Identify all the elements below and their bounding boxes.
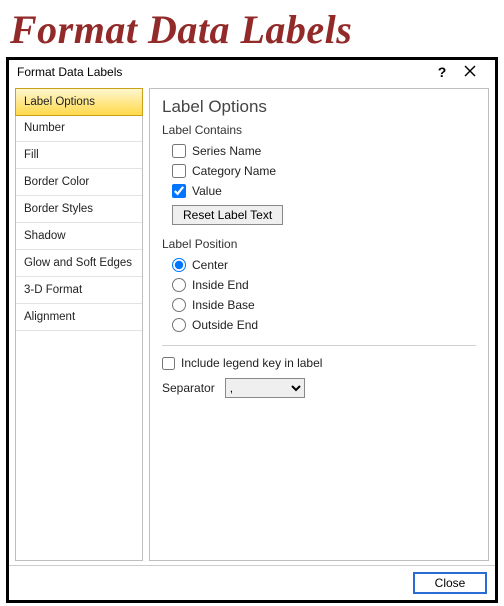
- checkbox-include-legend-key[interactable]: Include legend key in label: [162, 354, 476, 372]
- checkbox-category-name-input[interactable]: [172, 164, 186, 178]
- radio-outside-end-label: Outside End: [192, 318, 258, 332]
- sidebar-item-border-color[interactable]: Border Color: [16, 169, 142, 196]
- checkbox-series-name-input[interactable]: [172, 144, 186, 158]
- radio-inside-end[interactable]: Inside End: [162, 275, 476, 295]
- checkbox-series-name-label: Series Name: [192, 144, 261, 158]
- panel-heading: Label Options: [162, 97, 476, 117]
- sidebar-item-3d-format[interactable]: 3-D Format: [16, 277, 142, 304]
- sidebar-item-alignment[interactable]: Alignment: [16, 304, 142, 331]
- radio-inside-end-label: Inside End: [192, 278, 249, 292]
- separator-label: Separator: [162, 381, 215, 395]
- sidebar-item-shadow[interactable]: Shadow: [16, 223, 142, 250]
- checkbox-value[interactable]: Value: [162, 181, 476, 201]
- checkbox-series-name[interactable]: Series Name: [162, 141, 476, 161]
- separator-select[interactable]: ,: [225, 378, 305, 398]
- dialog-footer: Close: [9, 565, 495, 600]
- checkbox-include-legend-key-input[interactable]: [162, 357, 175, 370]
- category-sidebar: Label Options Number Fill Border Color B…: [15, 88, 143, 561]
- sidebar-item-label-options[interactable]: Label Options: [15, 88, 143, 116]
- radio-inside-base-label: Inside Base: [192, 298, 255, 312]
- main-panel: Label Options Label Contains Series Name…: [149, 88, 489, 561]
- sidebar-item-border-styles[interactable]: Border Styles: [16, 196, 142, 223]
- radio-inside-base[interactable]: Inside Base: [162, 295, 476, 315]
- radio-center[interactable]: Center: [162, 255, 476, 275]
- radio-inside-base-input[interactable]: [172, 298, 186, 312]
- radio-outside-end[interactable]: Outside End: [162, 315, 476, 335]
- reset-label-text-button[interactable]: Reset Label Text: [172, 205, 283, 225]
- checkbox-value-label: Value: [192, 184, 222, 198]
- radio-center-input[interactable]: [172, 258, 186, 272]
- format-data-labels-dialog: Format Data Labels ? Label Options Numbe…: [6, 57, 498, 603]
- radio-outside-end-input[interactable]: [172, 318, 186, 332]
- sidebar-item-number[interactable]: Number: [16, 115, 142, 142]
- label-position-heading: Label Position: [162, 237, 476, 251]
- close-icon[interactable]: [453, 65, 487, 80]
- sidebar-item-fill[interactable]: Fill: [16, 142, 142, 169]
- radio-inside-end-input[interactable]: [172, 278, 186, 292]
- checkbox-value-input[interactable]: [172, 184, 186, 198]
- sidebar-item-glow-soft-edges[interactable]: Glow and Soft Edges: [16, 250, 142, 277]
- label-contains-heading: Label Contains: [162, 123, 476, 137]
- page-banner: Format Data Labels: [0, 0, 504, 57]
- checkbox-category-name-label: Category Name: [192, 164, 276, 178]
- close-button[interactable]: Close: [413, 572, 487, 594]
- checkbox-include-legend-key-label: Include legend key in label: [181, 356, 322, 370]
- dialog-titlebar: Format Data Labels ?: [9, 60, 495, 84]
- dialog-title: Format Data Labels: [17, 65, 431, 79]
- divider: [162, 345, 476, 346]
- help-button[interactable]: ?: [431, 64, 453, 80]
- radio-center-label: Center: [192, 258, 228, 272]
- checkbox-category-name[interactable]: Category Name: [162, 161, 476, 181]
